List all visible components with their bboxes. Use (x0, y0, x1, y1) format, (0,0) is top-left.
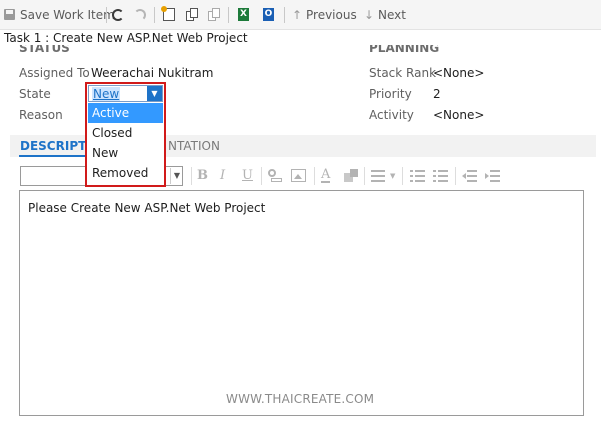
arrow-down-icon: ↓ (364, 7, 375, 22)
bullet-list-button[interactable] (410, 170, 425, 182)
link-icon (268, 169, 276, 177)
description-editor[interactable] (19, 190, 584, 416)
save-work-item-button[interactable]: Save Work Item (4, 0, 115, 29)
editor-toolbar-divider (364, 167, 365, 185)
toolbar-divider (228, 7, 229, 23)
highlight-button[interactable] (344, 169, 358, 182)
priority-label: Priority (369, 87, 412, 101)
editor-toolbar-divider (314, 167, 315, 185)
image-icon (294, 174, 302, 179)
previous-button[interactable]: ↑ Previous (292, 0, 357, 29)
toolbar-divider (154, 7, 155, 23)
state-option-closed[interactable]: Closed (92, 126, 132, 140)
font-color-button[interactable]: A (321, 168, 331, 183)
editor-toolbar-divider (191, 167, 192, 185)
description-text: Please Create New ASP.Net Web Project (28, 201, 266, 215)
work-item-title: Task 1 : Create New ASP.Net Web Project (4, 31, 248, 45)
document-icon (208, 8, 220, 21)
reason-label: Reason (19, 108, 63, 122)
insert-link-button[interactable] (268, 169, 282, 183)
excel-icon: X (238, 8, 249, 21)
numbered-list-icon (438, 170, 448, 182)
state-select[interactable]: New ▼ (88, 85, 163, 102)
editor-toolbar-divider (402, 167, 403, 185)
copy-item-button[interactable] (186, 0, 198, 29)
links-button[interactable] (208, 0, 220, 29)
state-option-removed[interactable]: Removed (92, 166, 148, 180)
activity-field[interactable]: <None> (433, 108, 484, 122)
planning-section-heading-clip: PLANNING (369, 45, 439, 55)
refresh-icon (112, 8, 124, 21)
editor-toolbar-divider (261, 167, 262, 185)
increase-indent-button[interactable] (485, 170, 500, 182)
undo-icon (134, 8, 146, 21)
state-option-new[interactable]: New (92, 146, 118, 160)
priority-field[interactable]: 2 (433, 87, 441, 101)
send-email-button[interactable]: O (263, 0, 274, 29)
copy-icon (186, 8, 198, 21)
align-button[interactable] (371, 170, 385, 182)
active-tab-underline (19, 155, 85, 157)
state-label: State (19, 87, 51, 101)
new-linked-item-button[interactable] (161, 0, 175, 29)
next-button[interactable]: ↓ Next (364, 0, 406, 29)
indent-icon (490, 170, 500, 182)
status-heading: STATUS (19, 45, 70, 55)
new-item-icon (161, 6, 175, 21)
align-left-icon (371, 170, 385, 182)
save-icon (4, 9, 15, 20)
numbered-list-button[interactable] (433, 170, 448, 182)
chevron-down-icon[interactable]: ▼ (170, 168, 183, 184)
refresh-button[interactable] (112, 0, 124, 29)
planning-heading: PLANNING (369, 45, 440, 55)
insert-image-button[interactable] (291, 169, 306, 182)
tab-implementation[interactable]: NTATION (168, 139, 220, 153)
toolbar-divider (284, 7, 285, 23)
outlook-icon: O (263, 8, 274, 21)
work-item-toolbar: Save Work Item X O ↑ Previous ↓ Next (0, 0, 601, 30)
assigned-to-label: Assigned To (19, 66, 90, 80)
previous-label: Previous (306, 7, 357, 22)
undo-button[interactable] (134, 0, 146, 29)
status-section-heading-clip: STATUS (19, 45, 70, 55)
save-work-item-label: Save Work Item (20, 7, 115, 22)
dropdown-arrow-icon[interactable]: ▼ (147, 86, 162, 101)
state-option-active[interactable]: Active (92, 106, 129, 120)
assigned-to-field[interactable]: Weerachai Nukitram (91, 66, 213, 80)
italic-button[interactable]: I (220, 168, 225, 183)
watermark: WWW.THAICREATE.COM (226, 392, 375, 406)
stack-rank-field[interactable]: <None> (433, 66, 484, 80)
bullet-list-icon (415, 170, 425, 182)
bold-button[interactable]: B (197, 168, 208, 183)
next-label: Next (378, 7, 406, 22)
align-dropdown-icon[interactable]: ▼ (390, 172, 395, 180)
outdent-icon (467, 170, 477, 182)
arrow-up-icon: ↑ (292, 7, 303, 22)
state-dropdown[interactable]: New ▼ Active Closed New Removed (85, 82, 166, 187)
editor-toolbar-divider (455, 167, 456, 185)
decrease-indent-button[interactable] (462, 170, 477, 182)
underline-button[interactable]: U (242, 168, 253, 183)
stack-rank-label: Stack Rank (369, 66, 437, 80)
activity-label: Activity (369, 108, 414, 122)
state-selected-value: New (92, 87, 121, 101)
open-in-excel-button[interactable]: X (238, 0, 249, 29)
toolbar-divider (106, 7, 107, 23)
